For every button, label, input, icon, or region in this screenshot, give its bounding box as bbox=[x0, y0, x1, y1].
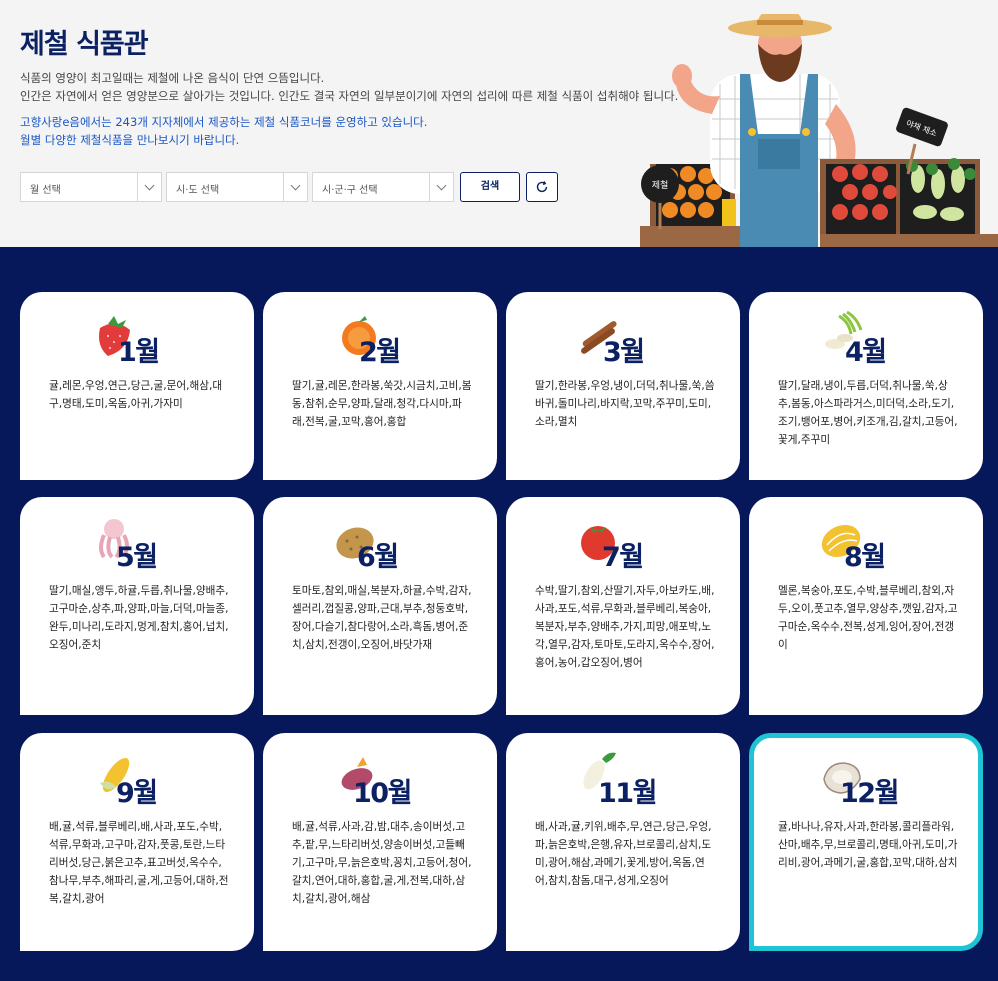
month-card-12[interactable]: 12월 귤,바나나,유자,사과,한라봉,콜리플라워,산마,배추,무,브로콜리,명… bbox=[749, 733, 983, 951]
month-card-6[interactable]: 6월 토마토,참외,매실,복분자,하귤,수박,감자,셀러리,껍질콩,양파,근대,… bbox=[263, 497, 497, 715]
month-food-list: 귤,레몬,우엉,연근,당근,굴,문어,해삼,대구,명태,도미,옥돔,아귀,가자미 bbox=[49, 380, 223, 410]
month-food-list: 딸기,한라봉,우엉,냉이,더덕,취나물,쑥,씀바귀,돌미나리,바지락,꼬막,주꾸… bbox=[535, 380, 715, 428]
month-food-list: 배,사과,귤,키위,배추,무,연근,당근,우엉,파,늙은호박,은행,유자,브로콜… bbox=[535, 821, 712, 887]
refresh-icon bbox=[536, 181, 548, 193]
month-card-7[interactable]: 7월 수박,딸기,참외,산딸기,자두,아보카도,배,사과,포도,석류,무화과,블… bbox=[506, 497, 740, 715]
search-button[interactable]: 검색 bbox=[460, 172, 520, 202]
month-food-list: 딸기,귤,레몬,한라봉,쑥갓,시금치,고비,봄동,참취,순무,양파,달래,청각,… bbox=[292, 380, 472, 428]
month-label: 10월 bbox=[353, 778, 412, 809]
month-select[interactable]: 월 선택 bbox=[20, 172, 162, 202]
month-card-2[interactable]: 2월 딸기,귤,레몬,한라봉,쑥갓,시금치,고비,봄동,참취,순무,양파,달래,… bbox=[263, 292, 497, 480]
month-label: 8월 bbox=[844, 542, 886, 573]
description-line: 식품의 영양이 최고일때는 제철에 나온 음식이 단연 으뜸입니다. bbox=[20, 71, 325, 85]
month-label: 3월 bbox=[603, 337, 645, 368]
month-label: 9월 bbox=[116, 778, 158, 809]
hero-section: 제철 식품관 식품의 영양이 최고일때는 제철에 나온 음식이 단연 으뜸입니다… bbox=[0, 0, 998, 247]
filter-bar: 월 선택 시·도 선택 시·군·구 선택 검색 bbox=[20, 172, 558, 202]
city-select[interactable]: 시·군·구 선택 bbox=[312, 172, 454, 202]
chevron-down-icon bbox=[283, 173, 307, 201]
month-card-8[interactable]: 8월 멜론,복숭아,포도,수박,블루베리,참외,자두,오이,풋고추,열무,양상추… bbox=[749, 497, 983, 715]
month-label: 1월 bbox=[118, 337, 160, 368]
month-card-4[interactable]: 4월 딸기,달래,냉이,두릅,더덕,취나물,쑥,상추,봄동,아스파라거스,미더덕… bbox=[749, 292, 983, 480]
month-card-3[interactable]: 3월 딸기,한라봉,우엉,냉이,더덕,취나물,쑥,씀바귀,돌미나리,바지락,꼬막… bbox=[506, 292, 740, 480]
highlight-line: 월별 다양한 제철식품을 만나보시기 바랍니다. bbox=[20, 133, 240, 147]
month-food-list: 배,귤,석류,사과,감,밤,대추,송이버섯,고추,팥,무,느타리버섯,양송이버섯… bbox=[292, 821, 472, 905]
month-food-list: 토마토,참외,매실,복분자,하귤,수박,감자,셀러리,껍질콩,양파,근대,부추,… bbox=[292, 585, 472, 651]
month-food-list: 멜론,복숭아,포도,수박,블루베리,참외,자두,오이,풋고추,열무,양상추,깻잎… bbox=[778, 585, 958, 651]
sign-left: 제철 bbox=[652, 180, 669, 191]
page-title: 제철 식품관 bbox=[20, 29, 149, 60]
month-label: 7월 bbox=[602, 542, 644, 573]
farmer-illustration: 제철 야채 채소 bbox=[640, 14, 998, 247]
highlight-line: 고향사랑e음에서는 243개 지자체에서 제공하는 제철 식품코너를 운영하고 … bbox=[20, 115, 428, 129]
month-food-list: 배,귤,석류,블루베리,배,사과,포도,수박,석류,무화과,고구마,감자,풋콩,… bbox=[49, 821, 229, 905]
page-description: 식품의 영양이 최고일때는 제철에 나온 음식이 단연 으뜸입니다. 인간은 자… bbox=[20, 69, 680, 105]
month-card-5[interactable]: 5월 딸기,매실,앵두,하귤,두릅,취나물,양배추,고구마순,상추,파,양파,마… bbox=[20, 497, 254, 715]
province-select-value: 시·도 선택 bbox=[176, 185, 220, 196]
month-card-9[interactable]: 9월 배,귤,석류,블루베리,배,사과,포도,수박,석류,무화과,고구마,감자,… bbox=[20, 733, 254, 951]
month-label: 5월 bbox=[116, 542, 158, 573]
month-food-list: 귤,바나나,유자,사과,한라봉,콜리플라워,산마,배추,무,브로콜리,명태,아귀… bbox=[778, 821, 958, 869]
month-food-list: 딸기,매실,앵두,하귤,두릅,취나물,양배추,고구마순,상추,파,양파,마늘,더… bbox=[49, 585, 229, 651]
reset-button[interactable] bbox=[526, 172, 558, 202]
description-line: 인간은 자연에서 얻은 영양분으로 살아가는 것입니다. 인간도 결국 자연의 … bbox=[20, 89, 679, 103]
city-select-value: 시·군·구 선택 bbox=[322, 185, 378, 196]
month-card-1[interactable]: 1월 귤,레몬,우엉,연근,당근,굴,문어,해삼,대구,명태,도미,옥돔,아귀,… bbox=[20, 292, 254, 480]
chevron-down-icon bbox=[137, 173, 161, 201]
month-label: 2월 bbox=[359, 337, 401, 368]
month-select-value: 월 선택 bbox=[30, 185, 61, 196]
month-food-list: 수박,딸기,참외,산딸기,자두,아보카도,배,사과,포도,석류,무화과,블루베리… bbox=[535, 585, 715, 669]
chevron-down-icon bbox=[429, 173, 453, 201]
month-label: 6월 bbox=[357, 542, 399, 573]
page-highlight: 고향사랑e음에서는 243개 지자체에서 제공하는 제철 식품코너를 운영하고 … bbox=[20, 113, 640, 149]
month-label: 12월 bbox=[840, 778, 899, 809]
month-food-list: 딸기,달래,냉이,두릅,더덕,취나물,쑥,상추,봄동,아스파라거스,미더덕,소라… bbox=[778, 380, 958, 446]
month-label: 11월 bbox=[598, 778, 657, 809]
province-select[interactable]: 시·도 선택 bbox=[166, 172, 308, 202]
month-card-10[interactable]: 10월 배,귤,석류,사과,감,밤,대추,송이버섯,고추,팥,무,느타리버섯,양… bbox=[263, 733, 497, 951]
month-card-11[interactable]: 11월 배,사과,귤,키위,배추,무,연근,당근,우엉,파,늙은호박,은행,유자… bbox=[506, 733, 740, 951]
month-label: 4월 bbox=[845, 337, 887, 368]
month-grid: 1월 귤,레몬,우엉,연근,당근,굴,문어,해삼,대구,명태,도미,옥돔,아귀,… bbox=[0, 247, 998, 981]
